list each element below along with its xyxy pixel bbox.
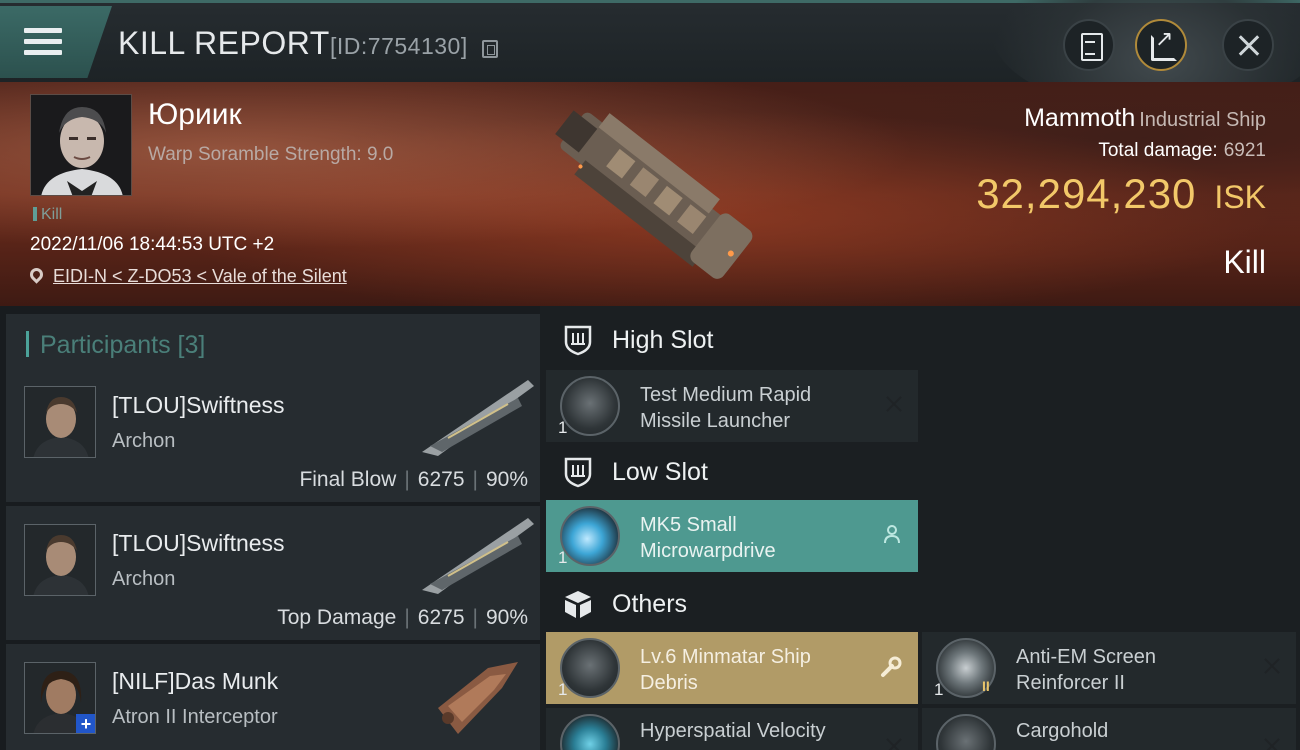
participants-title: Participants [3]: [40, 331, 206, 359]
module-item[interactable]: 1 II Anti-EM Screen Reinforcer II: [922, 632, 1296, 704]
ship-info: Mammoth Industrial Ship: [1024, 104, 1266, 133]
module-item[interactable]: Hyperspatial Velocity: [546, 708, 918, 750]
participant-damage: 6275: [417, 606, 465, 629]
module-qty: 1: [558, 418, 568, 437]
module-icon: [560, 638, 620, 698]
participant-role: Final Blow: [299, 468, 397, 491]
victim-banner: Юриик Warp Soramble Strength: 9.0 Kill 2…: [0, 82, 1300, 306]
participant-stats: Top Damage | 6275 | 90%: [277, 606, 528, 629]
participants-header: Participants [3]: [6, 314, 540, 372]
title-bar: KILL REPORT [ID:7754130]: [0, 0, 1300, 113]
participant-ship: Archon: [112, 430, 176, 452]
participant-card[interactable]: [NILF]Das Munk Atron II Interceptor: [6, 644, 540, 750]
participant-damage: 6275: [417, 468, 465, 491]
participant-percent: 90%: [485, 606, 528, 629]
module-name: Lv.6 Minmatar Ship Debris: [640, 646, 811, 694]
hamburger-icon: [24, 28, 62, 58]
copy-icon[interactable]: [482, 40, 498, 58]
destroyed-icon: [884, 394, 904, 414]
high-slot-header: High Slot: [546, 312, 920, 368]
kill-location[interactable]: EIDI-N < Z-DO53 < Vale of the Silent: [27, 265, 347, 287]
destroyed-icon: [884, 736, 904, 750]
participant-percent: 90%: [485, 468, 528, 491]
destroyed-icon: [1262, 656, 1282, 676]
high-slot-label: High Slot: [612, 326, 714, 354]
participant-name: [TLOU]Swiftness: [112, 392, 285, 418]
module-rank: II: [982, 678, 990, 694]
others-label: Others: [612, 590, 688, 618]
module-name: Anti-EM Screen Reinforcer II: [1016, 646, 1157, 694]
clipboard-button[interactable]: [1063, 19, 1115, 71]
module-icon: [560, 376, 620, 436]
participants-panel: Participants [3] [TLOU]Swiftness Archon …: [0, 306, 540, 750]
share-button[interactable]: [1135, 19, 1187, 71]
shield-slot-icon: [564, 325, 592, 356]
module-name: Hyperspatial Velocity: [640, 720, 826, 742]
module-item[interactable]: 1 Test Medium Rapid Missile Launcher: [546, 370, 918, 442]
cube-icon: [565, 591, 591, 618]
participant-ship-image: [422, 380, 534, 456]
kill-datetime: 2022/11/06 18:44:53 UTC +2: [30, 234, 275, 255]
module-qty: 1: [934, 680, 944, 699]
module-item[interactable]: 1 Lv.6 Minmatar Ship Debris: [546, 632, 918, 704]
participant-ship-image: [438, 662, 518, 734]
close-button[interactable]: [1222, 19, 1274, 71]
module-qty: 1: [558, 548, 568, 567]
avatar[interactable]: [24, 386, 96, 458]
shield-slot-icon: [564, 457, 592, 488]
kill-tag: Kill: [33, 206, 62, 224]
isk-amount: 32,294,230: [976, 170, 1197, 217]
low-slot-label: Low Slot: [612, 458, 708, 486]
warp-scramble-strength: Warp Soramble Strength: 9.0: [148, 144, 394, 165]
module-name: Cargohold: [1016, 720, 1109, 742]
ship-name[interactable]: Mammoth: [1024, 104, 1135, 132]
location-link[interactable]: EIDI-N < Z-DO53 < Vale of the Silent: [53, 266, 347, 286]
isk-unit: ISK: [1214, 179, 1266, 215]
avatar[interactable]: [24, 524, 96, 596]
victim-name: Юриик: [148, 98, 242, 131]
participant-name: [NILF]Das Munk: [112, 668, 279, 694]
total-damage-label: Total damage:: [1098, 140, 1218, 161]
module-icon: [560, 714, 620, 750]
header-accent: [26, 331, 29, 357]
ship-image: [555, 110, 753, 279]
others-header: Others: [546, 576, 920, 632]
ship-class: Industrial Ship: [1139, 109, 1266, 131]
avatar[interactable]: [24, 662, 96, 734]
total-damage: Total damage: 6921: [1098, 140, 1266, 162]
participant-ship: Archon: [112, 568, 176, 590]
report-id: [ID:7754130]: [330, 33, 468, 59]
pin-icon: [27, 265, 46, 284]
low-slot-header: Low Slot: [546, 444, 920, 500]
participant-stats: Final Blow | 6275 | 90%: [299, 468, 528, 491]
module-name: MK5 Small Microwarpdrive: [640, 514, 776, 562]
total-damage-value: 6921: [1223, 140, 1266, 161]
participant-ship-image: [422, 518, 534, 594]
participant-ship: Atron II Interceptor: [112, 706, 278, 728]
person-icon: [882, 524, 902, 550]
module-item[interactable]: Cargohold: [922, 708, 1296, 750]
module-qty: 1: [558, 680, 568, 699]
destroyed-icon: [1262, 736, 1282, 750]
participant-name: [TLOU]Swiftness: [112, 530, 285, 556]
wrench-icon: [880, 656, 902, 684]
page-title: KILL REPORT: [118, 25, 330, 61]
module-icon: [560, 506, 620, 566]
isk-value: 32,294,230 ISK: [976, 170, 1266, 218]
participant-card[interactable]: [TLOU]Swiftness Archon Top Damage | 6275 | 9…: [6, 506, 540, 640]
kill-result: Kill: [1223, 244, 1266, 280]
victim-portrait[interactable]: [30, 94, 132, 196]
participant-role: Top Damage: [277, 606, 397, 629]
participant-card[interactable]: [TLOU]Swiftness Archon Final Blow | 6275 | 9…: [6, 368, 540, 502]
module-icon: [936, 714, 996, 750]
menu-button[interactable]: [0, 6, 112, 78]
module-item[interactable]: 1 MK5 Small Microwarpdrive: [546, 500, 918, 572]
module-name: Test Medium Rapid Missile Launcher: [640, 384, 812, 432]
